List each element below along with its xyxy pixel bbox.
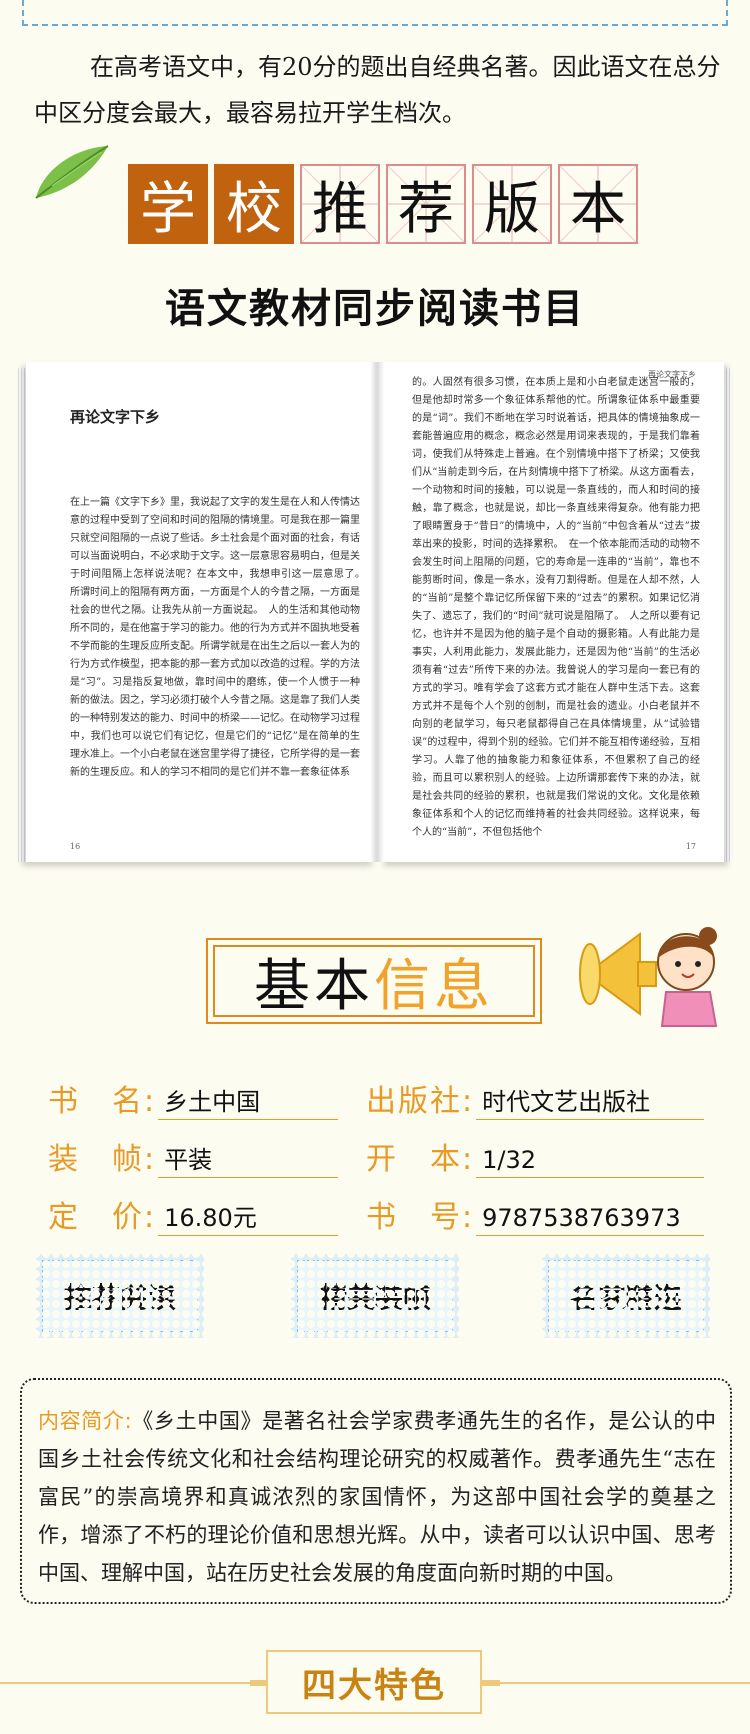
right-page-number: 17 [685,842,696,851]
chapter-title: 再论文字下乡 [70,408,161,426]
summary-label: 内容简介: [38,1409,132,1433]
title-char: 本 [558,164,638,244]
heading-black-text: 基本 [254,953,374,1019]
badge-fine-binding: 精美装帧 [291,1254,459,1338]
leaf-icon [35,145,109,199]
right-page-text: 的。人固然有很多习惯，在本质上是和小白老鼠走迷宫一般的，但是他却时常多一个象征体… [412,377,700,838]
badge-famous-selection: 名家精选 [542,1254,710,1338]
top-dashed-frame [22,0,728,26]
intro-paragraph: 在高考语文中，有20分的题出自经典名著。因此语文在总分中区分度会最大，最容易拉开… [34,53,721,127]
section-title: 四大特色 [266,1650,482,1714]
megaphone-girl-illustration [579,927,718,1027]
book-right-page: 再论文字下乡 的。人固然有很多习惯，在本质上是和小白老鼠走迷宫一般的，但是他却时… [380,362,724,862]
field-format: 开 本: 1/32 [366,1134,705,1178]
title-char: 版 [472,164,552,244]
field-book-name: 书 名: 乡土中国 [48,1076,339,1120]
content-summary-box: 内容简介:《乡土中国》是著名社会学家费孝通先生的名作，是公认的中国乡土社会传统文… [20,1378,732,1604]
badge-recommended-reading: 推荐阅读 [36,1254,204,1338]
field-binding: 装 帧: 平装 [48,1134,339,1178]
book-left-page: 再论文字下乡 在上一篇《文字下乡》里，我说起了文字的发生是在人和人传情达意的过程… [26,362,376,862]
summary-text: 《乡土中国》是著名社会学家费孝通先生的名作，是公认的中国乡土社会传统文化和社会结… [38,1409,717,1585]
field-publisher: 出版社: 时代文艺出版社 [366,1076,705,1120]
heading-orange-text: 信息 [374,953,494,1019]
basic-info-heading: 基本 信息 [206,938,542,1024]
title-char: 推 [300,164,380,244]
field-isbn: 书 号: 9787538763973 [366,1192,705,1236]
book-preview-image: 再论文字下乡 在上一篇《文字下乡》里，我说起了文字的发生是在人和人传情达意的过程… [18,362,732,872]
book-spine [370,362,384,862]
title-char: 学 [128,164,208,244]
section-divider-right [482,1682,750,1684]
subtitle: 语文教材同步阅读书目 [165,286,585,332]
field-price: 定 价: 16.80元 [48,1192,339,1236]
left-page-text: 在上一篇《文字下乡》里，我说起了文字的发生是在人和人传情达意的过程中受到了空间和… [70,497,370,778]
left-page-number: 16 [70,842,81,851]
title-char: 校 [214,164,294,244]
title-banner: 学 校 推 荐 版 本 [128,164,638,244]
section-divider-left [0,1682,266,1684]
title-char: 荐 [386,164,466,244]
